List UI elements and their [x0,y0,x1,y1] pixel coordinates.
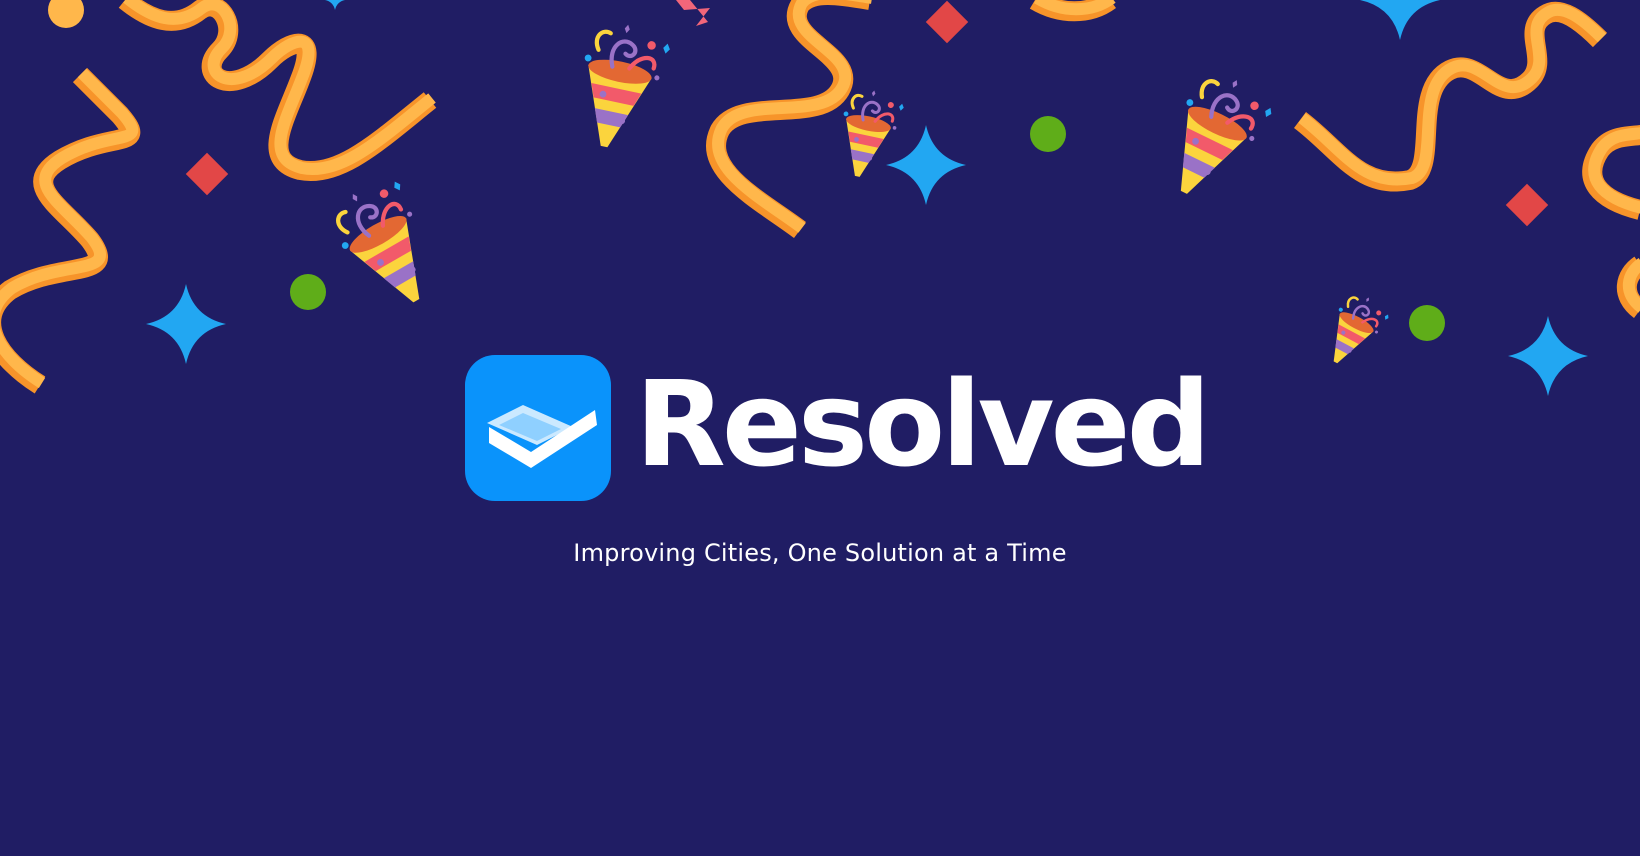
streamer-highlight [1298,3,1607,186]
brand-lockup: Resolved [465,355,1211,501]
confetti-dot [1030,116,1066,152]
star-icon [676,0,710,26]
party-popper-icon [584,24,670,148]
brand-name: Resolved [635,355,1211,493]
confetti-dot [1409,305,1445,341]
sparkle-icon [1508,316,1588,396]
sparkle-icon [886,125,966,205]
sparkle-icon [1360,0,1440,40]
confetti-dot [48,0,84,28]
party-popper-icon [1333,296,1389,364]
tagline: Improving Cities, One Solution at a Time [573,539,1067,567]
confetti-dot [290,274,326,310]
diamond [925,0,969,44]
hero-banner: Resolved Improving Cities, One Solution … [0,0,1640,856]
party-popper-icon [336,181,420,303]
sparkle-icon [146,284,226,364]
resolved-logo-icon [465,355,611,501]
diamond [185,152,229,196]
diamond [1505,183,1549,227]
streamer-highlight [1622,258,1640,313]
sparkle-icon [325,0,345,10]
streamer [0,67,141,394]
party-popper-icon [1180,79,1272,194]
